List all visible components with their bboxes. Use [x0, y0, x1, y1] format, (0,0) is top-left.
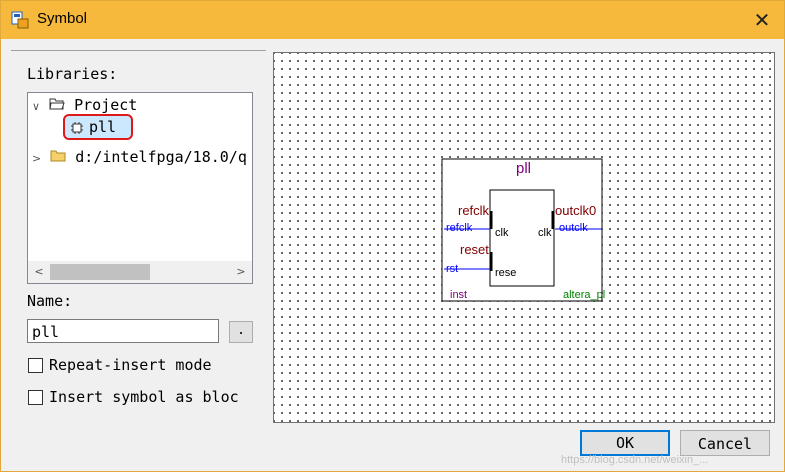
symbol-app-icon	[11, 11, 29, 29]
insert-as-block-label: Insert symbol as bloc	[49, 388, 239, 406]
selected-library-item[interactable]: pll	[63, 114, 133, 140]
libraries-label: Libraries:	[27, 65, 118, 83]
scroll-left-icon[interactable]: <	[30, 263, 48, 281]
close-button[interactable]: ✕	[745, 5, 779, 35]
dialog-title: Symbol	[37, 10, 88, 27]
libraries-tree[interactable]: ∨ Project > d:/intelfpga/18.0/q < >	[27, 92, 253, 284]
chevron-down-icon[interactable]: ∨	[32, 100, 40, 113]
port-name-rst: rst	[446, 263, 458, 275]
chevron-right-icon[interactable]: >	[32, 152, 41, 165]
pin-clk-right: clk	[538, 227, 552, 239]
pin-clk-left: clk	[495, 227, 509, 239]
tree-item-project[interactable]: ∨ Project	[32, 94, 137, 116]
watermark: https://blog.csdn.net/weixin_...	[561, 454, 709, 466]
instance-name: inst	[450, 289, 467, 301]
pin-reset: rese	[495, 267, 516, 279]
symbol-dialog: Symbol ✕ Libraries: ∨ Project > d:/intel…	[0, 0, 785, 472]
browse-button[interactable]: .	[229, 321, 253, 343]
repeat-insert-checkbox[interactable]	[28, 358, 43, 373]
tree-item-label: Project	[74, 96, 138, 114]
folder-open-icon	[49, 98, 65, 110]
vendor-label: altera_pl	[563, 289, 605, 301]
ok-button[interactable]: OK	[580, 430, 670, 456]
tree-item-intelfpga[interactable]: > d:/intelfpga/18.0/q	[32, 146, 247, 168]
port-name-refclk: refclk	[446, 222, 473, 234]
symbol-preview: pll refclk refclk clk reset rst rese out…	[441, 158, 605, 302]
symbol-chip-icon	[71, 122, 83, 134]
tree-item-label: d:/intelfpga/18.0/q	[75, 148, 247, 166]
port-name-outclk: outclk	[559, 222, 588, 234]
port-group-outclk0: outclk0	[555, 203, 596, 218]
name-input[interactable]: pll	[27, 319, 219, 343]
selected-item-label: pll	[89, 118, 117, 136]
title-bar: Symbol ✕	[1, 1, 784, 39]
port-group-refclk: refclk	[458, 203, 490, 218]
horizontal-scrollbar[interactable]: < >	[28, 261, 252, 283]
scroll-thumb[interactable]	[50, 264, 150, 280]
port-group-reset: reset	[460, 242, 489, 257]
cancel-button[interactable]: Cancel	[680, 430, 770, 456]
name-label: Name:	[27, 292, 73, 310]
symbol-preview-canvas: pll refclk refclk clk reset rst rese out…	[273, 52, 775, 423]
repeat-insert-label: Repeat-insert mode	[49, 356, 212, 374]
symbol-title: pll	[516, 160, 531, 177]
folder-icon	[50, 150, 66, 162]
scroll-right-icon[interactable]: >	[232, 263, 250, 281]
group-separator	[11, 50, 266, 51]
insert-as-block-checkbox[interactable]	[28, 390, 43, 405]
